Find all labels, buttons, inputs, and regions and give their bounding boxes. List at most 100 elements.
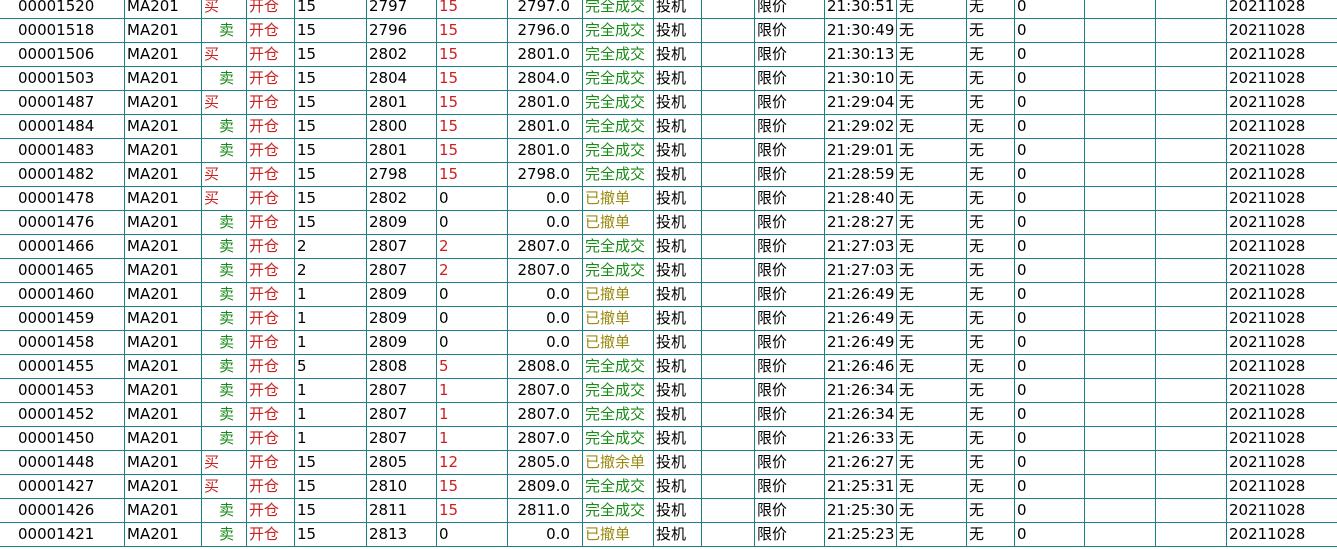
table-row[interactable]: 00001520 MA201 买开仓 15 2797 15 2797.0 完全成交 投机 限价 21… xyxy=(0,0,1337,19)
time-cell: 21:26:49 xyxy=(825,283,897,306)
table-row[interactable]: 00001448 MA201 买开仓 15 2805 12 2805.0 已撤余单 投机 限价 21… xyxy=(0,451,1337,475)
time-cell: 21:26:33 xyxy=(825,427,897,450)
avg-price-cell: 2811.0 xyxy=(508,499,583,522)
table-row[interactable]: 00001421 MA201 卖开仓 15 2813 0 0.0 已撤单 投机 限价 21:25:2… xyxy=(0,523,1337,547)
table-row[interactable]: 00001450 MA201 卖开仓 1 2807 1 2807.0 完全成交 投机 限价 21:2… xyxy=(0,427,1337,451)
date-cell: 20211028 xyxy=(1229,21,1306,39)
flag2-cell: 无 xyxy=(967,379,1015,402)
offset-cell: 开仓 xyxy=(247,355,295,378)
table-row[interactable]: 00001426 MA201 卖开仓 15 2811 15 2811.0 完全成交 投机 限价 21… xyxy=(0,499,1337,523)
empty-cell xyxy=(1085,403,1156,426)
empty-cell xyxy=(702,43,755,66)
quantity-cell: 2 xyxy=(295,235,367,258)
table-row[interactable]: 00001455 MA201 卖开仓 5 2808 5 2808.0 完全成交 投机 限价 21:2… xyxy=(0,355,1337,379)
time-cell: 21:29:01 xyxy=(825,139,897,162)
flag2-cell: 无 xyxy=(967,499,1015,522)
order-id-cell: 00001448 xyxy=(0,451,125,474)
order-id-cell: 00001506 xyxy=(0,43,125,66)
table-row[interactable]: 00001503 MA201 卖开仓 15 2804 15 2804.0 完全成交 投机 限价 21… xyxy=(0,67,1337,91)
avg-price-cell: 2807.0 xyxy=(508,427,583,450)
price-cell: 2808 xyxy=(367,355,437,378)
offset-cell: 开仓 xyxy=(247,211,295,234)
empty-cell xyxy=(702,211,755,234)
table-row[interactable]: 00001459 MA201 卖开仓 1 2809 0 0.0 已撤单 投机 限价 21:26:49… xyxy=(0,307,1337,331)
empty-cell xyxy=(1156,43,1227,66)
direction-cell: 卖 xyxy=(202,523,247,546)
flag1-cell: 无 xyxy=(897,187,967,210)
table-row[interactable]: 00001466 MA201 卖开仓 2 2807 2 2807.0 完全成交 投机 限价 21:2… xyxy=(0,235,1337,259)
quantity-cell: 5 xyxy=(295,355,367,378)
contract-cell: MA201 xyxy=(125,19,202,42)
table-row[interactable]: 00001518 MA201 卖开仓 15 2796 15 2796.0 完全成交 投机 限价 21… xyxy=(0,19,1337,43)
empty-cell xyxy=(1085,115,1156,138)
date-cell: 20211028 xyxy=(1229,165,1306,183)
avg-price-cell: 0.0 xyxy=(508,187,583,210)
table-row[interactable]: 00001506 MA201 买开仓 15 2802 15 2801.0 完全成交 投机 限价 21… xyxy=(0,43,1337,67)
empty-cell xyxy=(1156,331,1227,354)
hedge-cell: 投机 xyxy=(654,259,702,282)
hedge-cell: 投机 xyxy=(654,451,702,474)
date-cell: 20211028 xyxy=(1229,285,1306,303)
avg-price-cell: 2807.0 xyxy=(508,235,583,258)
quantity-cell: 15 xyxy=(295,43,367,66)
table-row[interactable]: 00001458 MA201 卖开仓 1 2809 0 0.0 已撤单 投机 限价 21:26:49… xyxy=(0,331,1337,355)
table-row[interactable]: 00001482 MA201 买开仓 15 2798 15 2798.0 完全成交 投机 限价 21… xyxy=(0,163,1337,187)
contract-cell: MA201 xyxy=(125,427,202,450)
filled-qty-cell: 15 xyxy=(437,163,508,186)
time-cell: 21:26:49 xyxy=(825,307,897,330)
table-row[interactable]: 00001484 MA201 卖开仓 15 2800 15 2801.0 完全成交 投机 限价 21… xyxy=(0,115,1337,139)
date-cell: 20211028 xyxy=(1229,141,1306,159)
empty-cell xyxy=(702,19,755,42)
table-row[interactable]: 00001483 MA201 卖开仓 15 2801 15 2801.0 完全成交 投机 限价 21… xyxy=(0,139,1337,163)
date-cell: 20211028 xyxy=(1229,429,1306,447)
empty-cell xyxy=(1085,235,1156,258)
order-id-cell: 00001520 xyxy=(0,0,125,18)
hedge-cell: 投机 xyxy=(654,283,702,306)
table-row[interactable]: 00001487 MA201 买开仓 15 2801 15 2801.0 完全成交 投机 限价 21… xyxy=(0,91,1337,115)
table-row[interactable]: 00001465 MA201 卖开仓 2 2807 2 2807.0 完全成交 投机 限价 21:2… xyxy=(0,259,1337,283)
empty-cell xyxy=(702,187,755,210)
status-cell: 完全成交 xyxy=(583,91,654,114)
quantity-cell: 15 xyxy=(295,475,367,498)
zero-cell: 0 xyxy=(1015,355,1085,378)
table-row[interactable]: 00001478 MA201 买开仓 15 2802 0 0.0 已撤单 投机 限价 21:28:4… xyxy=(0,187,1337,211)
direction-cell: 买 xyxy=(202,43,247,66)
flag1-cell: 无 xyxy=(897,211,967,234)
flag1-cell: 无 xyxy=(897,283,967,306)
empty-cell xyxy=(1085,307,1156,330)
zero-cell: 0 xyxy=(1015,19,1085,42)
filled-qty-cell: 12 xyxy=(437,451,508,474)
empty-cell xyxy=(702,307,755,330)
empty-cell xyxy=(702,139,755,162)
date-cell: 20211028 xyxy=(1229,117,1306,135)
flag1-cell: 无 xyxy=(897,259,967,282)
table-row[interactable]: 00001427 MA201 买开仓 15 2810 15 2809.0 完全成交 投机 限价 21… xyxy=(0,475,1337,499)
zero-cell: 0 xyxy=(1015,163,1085,186)
contract-cell: MA201 xyxy=(125,187,202,210)
time-cell: 21:26:27 xyxy=(825,451,897,474)
table-row[interactable]: 00001476 MA201 卖开仓 15 2809 0 0.0 已撤单 投机 限价 21:28:2… xyxy=(0,211,1337,235)
hedge-cell: 投机 xyxy=(654,43,702,66)
table-row[interactable]: 00001453 MA201 卖开仓 1 2807 1 2807.0 完全成交 投机 限价 21:2… xyxy=(0,379,1337,403)
offset-cell: 开仓 xyxy=(247,91,295,114)
table-row[interactable]: 00001452 MA201 卖开仓 1 2807 1 2807.0 完全成交 投机 限价 21:2… xyxy=(0,403,1337,427)
empty-cell xyxy=(1156,187,1227,210)
price-cell: 2805 xyxy=(367,451,437,474)
empty-cell xyxy=(702,235,755,258)
flag1-cell: 无 xyxy=(897,355,967,378)
status-cell: 已撤单 xyxy=(583,331,654,354)
price-cell: 2801 xyxy=(367,91,437,114)
zero-cell: 0 xyxy=(1015,139,1085,162)
zero-cell: 0 xyxy=(1015,283,1085,306)
order-id-cell: 00001487 xyxy=(0,91,125,114)
quantity-cell: 15 xyxy=(295,163,367,186)
order-id-cell: 00001465 xyxy=(0,259,125,282)
offset-cell: 开仓 xyxy=(247,115,295,138)
table-row[interactable]: 00001460 MA201 卖开仓 1 2809 0 0.0 已撤单 投机 限价 21:26:49… xyxy=(0,283,1337,307)
date-cell: 20211028 xyxy=(1229,0,1306,15)
empty-cell xyxy=(702,91,755,114)
hedge-cell: 投机 xyxy=(654,475,702,498)
quantity-cell: 15 xyxy=(295,211,367,234)
hedge-cell: 投机 xyxy=(654,0,702,18)
avg-price-cell: 2807.0 xyxy=(508,403,583,426)
